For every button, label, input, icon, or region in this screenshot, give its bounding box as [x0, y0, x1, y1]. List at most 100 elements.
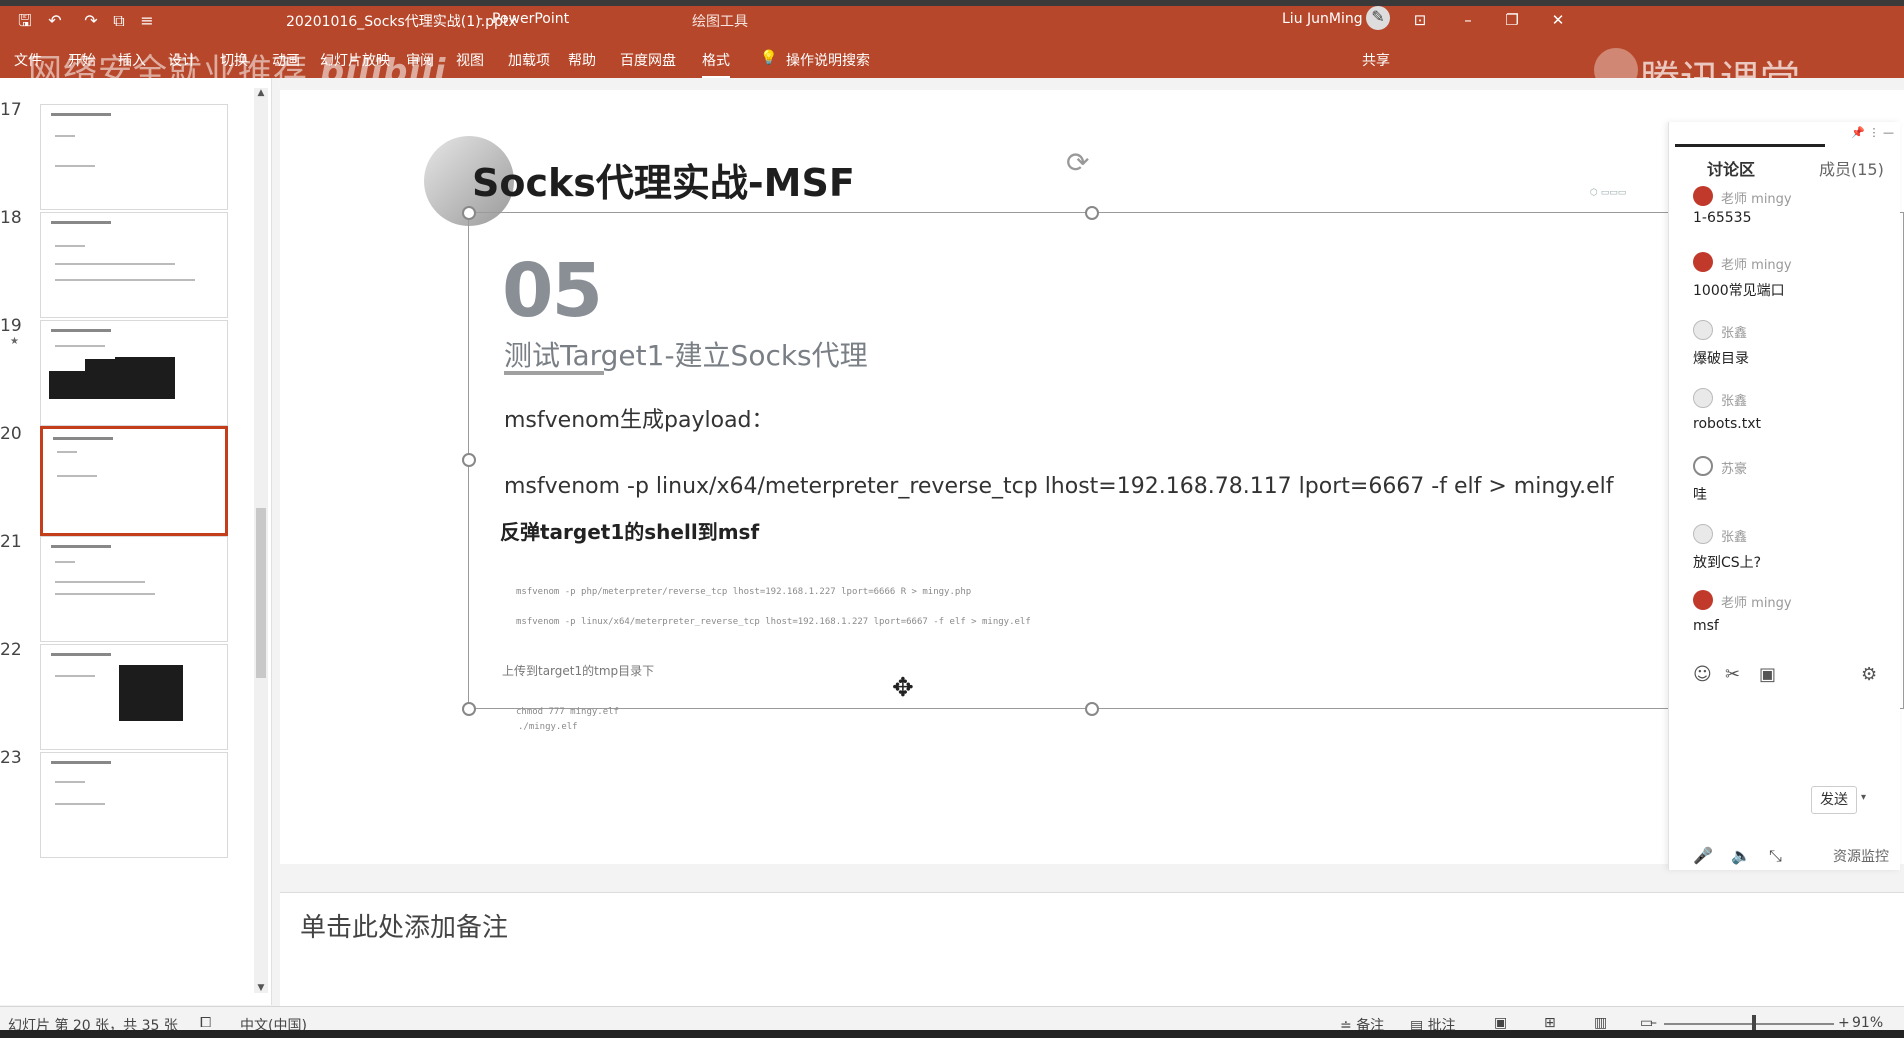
- context-tool-label: 绘图工具: [692, 14, 748, 30]
- thumb-line: [55, 245, 85, 247]
- slide-canvas[interactable]: Socks代理实战-MSF ⟳ ⬡ ▭▭▭ 05 测试Target1-建立Soc…: [280, 90, 1904, 864]
- message-text: robots.txt: [1693, 416, 1761, 432]
- scroll-down-arrow-icon[interactable]: ▼: [254, 983, 268, 993]
- sender-name: mingy: [1751, 596, 1792, 611]
- bold-heading: 反弹target1的shell到msf: [500, 520, 760, 544]
- thumb-title-bar: [51, 545, 111, 548]
- normal-view-icon[interactable]: ▣: [1494, 1015, 1507, 1031]
- discussion-panel: 📌 ⋮ — 讨论区 成员(15) 老师 mingy 1-65535 老师 min…: [1668, 122, 1900, 870]
- thumb-line: [55, 345, 105, 347]
- tab-addins[interactable]: 加载项: [508, 50, 550, 70]
- image-icon[interactable]: ▣: [1759, 664, 1776, 685]
- slide-thumbnail-19[interactable]: [40, 320, 228, 426]
- slideshow-from-start-icon[interactable]: ⧉: [108, 10, 130, 32]
- tab-help[interactable]: 帮助: [568, 50, 596, 70]
- slide-thumbnail-20[interactable]: [40, 426, 228, 536]
- resize-handle-bottom-left[interactable]: [462, 702, 476, 716]
- sender-role: 老师: [1721, 192, 1748, 207]
- thumb-line: [55, 279, 195, 281]
- message-text: 1-65535: [1693, 210, 1752, 226]
- sender-role: 老师: [1721, 596, 1748, 611]
- notes-placeholder[interactable]: 单击此处添加备注: [300, 907, 508, 944]
- thumbnails-scrollbar[interactable]: ▲ ▼: [254, 88, 268, 993]
- ribbon-display-options-icon[interactable]: ⊡: [1408, 8, 1432, 32]
- user-name[interactable]: Liu JunMing: [1282, 11, 1363, 27]
- panel-pin-more-icons[interactable]: 📌 ⋮ —: [1851, 126, 1894, 139]
- camera-off-icon[interactable]: ⤡: [1769, 846, 1782, 866]
- customize-quick-access-icon[interactable]: ≡: [136, 10, 158, 32]
- scissors-icon[interactable]: ✂: [1725, 664, 1740, 685]
- tab-format[interactable]: 格式: [702, 50, 730, 78]
- thumb-title-bar: [51, 329, 111, 332]
- send-options-chevron-icon[interactable]: ▾: [1861, 792, 1866, 803]
- title-separator: -: [478, 11, 484, 27]
- slide-thumbnail-21[interactable]: [40, 536, 228, 642]
- slide-title[interactable]: Socks代理实战-MSF: [472, 152, 855, 207]
- student-avatar: [1693, 320, 1713, 340]
- tab-discussion[interactable]: 讨论区: [1707, 156, 1755, 180]
- thumb-line: [55, 581, 145, 583]
- lightbulb-icon[interactable]: 💡: [760, 50, 777, 66]
- payload-label: msfvenom生成payload：: [504, 408, 774, 433]
- slide-thumbnail-23[interactable]: [40, 752, 228, 858]
- thumb-number: 20: [0, 424, 22, 444]
- scrollbar-thumb[interactable]: [256, 508, 266, 678]
- thumb-title-bar: [51, 761, 111, 764]
- thumb-line: [55, 803, 105, 805]
- slide-thumbnails-pane: 17 18 19 ★ 20 21 22 23 ▲ ▼: [0, 78, 272, 1005]
- zoom-level[interactable]: 91%: [1852, 1015, 1883, 1031]
- chmod-command: chmod 777 mingy.elf: [516, 707, 619, 717]
- thumb-line: [55, 561, 75, 563]
- undo-icon[interactable]: ↶: [44, 10, 66, 32]
- notes-pane[interactable]: 单击此处添加备注: [280, 892, 1904, 1006]
- speaker-icon[interactable]: 🔈: [1731, 846, 1751, 865]
- scroll-up-arrow-icon[interactable]: ▲: [254, 88, 268, 98]
- redo-icon[interactable]: ↷: [80, 10, 102, 32]
- thumb-number: 23: [0, 748, 22, 768]
- save-icon[interactable]: 🖫: [14, 10, 36, 32]
- reading-view-icon[interactable]: ▥: [1594, 1015, 1607, 1031]
- tell-me-search[interactable]: 操作说明搜索: [786, 50, 870, 70]
- message-text: 爆破目录: [1693, 351, 1749, 367]
- slide-thumbnail-22[interactable]: [40, 644, 228, 750]
- thumb-title-bar: [51, 653, 111, 656]
- thumb-line: [55, 135, 75, 137]
- tab-view[interactable]: 视图: [456, 50, 484, 70]
- minimize-icon[interactable]: –: [1456, 8, 1480, 32]
- resize-handle-middle-left[interactable]: [462, 453, 476, 467]
- proofing-icon[interactable]: ⧠: [200, 1015, 211, 1031]
- resize-handle-top-left[interactable]: [462, 206, 476, 220]
- slide-thumbnail-17[interactable]: [40, 104, 228, 210]
- emoji-icon[interactable]: ☺: [1693, 664, 1712, 685]
- thumb-image-block: [119, 665, 183, 721]
- zoom-slider-knob[interactable]: [1752, 1015, 1756, 1031]
- settings-icon[interactable]: ⚙: [1861, 664, 1877, 685]
- teacher-avatar: [1693, 186, 1713, 206]
- microphone-icon[interactable]: 🎤: [1693, 846, 1713, 865]
- tab-members[interactable]: 成员(15): [1819, 156, 1884, 180]
- rotate-handle-icon[interactable]: ⟳: [1066, 146, 1089, 179]
- share-button[interactable]: 共享: [1362, 50, 1390, 70]
- message-text: 放到CS上?: [1693, 555, 1762, 571]
- slide-sorter-icon[interactable]: ⊞: [1544, 1015, 1556, 1031]
- resize-handle-bottom-center[interactable]: [1085, 702, 1099, 716]
- resize-handle-top-center[interactable]: [1085, 206, 1099, 220]
- zoom-in-icon[interactable]: +: [1838, 1015, 1850, 1031]
- small-command-php: msfvenom -p php/meterpreter/reverse_tcp …: [516, 587, 972, 597]
- slide-thumbnail-18[interactable]: [40, 212, 228, 318]
- tab-baidu-netdisk[interactable]: 百度网盘: [620, 50, 676, 70]
- resource-monitor-link[interactable]: 资源监控: [1833, 846, 1889, 866]
- panel-top-divider: [1675, 144, 1825, 147]
- user-avatar[interactable]: ✎: [1366, 6, 1390, 30]
- zoom-slider[interactable]: [1664, 1023, 1834, 1025]
- main-command: msfvenom -p linux/x64/meterpreter_revers…: [504, 474, 1614, 499]
- teacher-avatar: [1693, 252, 1713, 272]
- thumb-line: [55, 781, 85, 783]
- restore-icon[interactable]: ❐: [1500, 8, 1524, 32]
- animation-star-icon: ★: [10, 336, 19, 347]
- message-sender: 老师 mingy: [1721, 254, 1792, 273]
- send-button[interactable]: 发送: [1811, 786, 1857, 814]
- zoom-out-icon[interactable]: –: [1650, 1015, 1657, 1031]
- sender-role: 老师: [1721, 258, 1748, 273]
- close-icon[interactable]: ✕: [1546, 8, 1570, 32]
